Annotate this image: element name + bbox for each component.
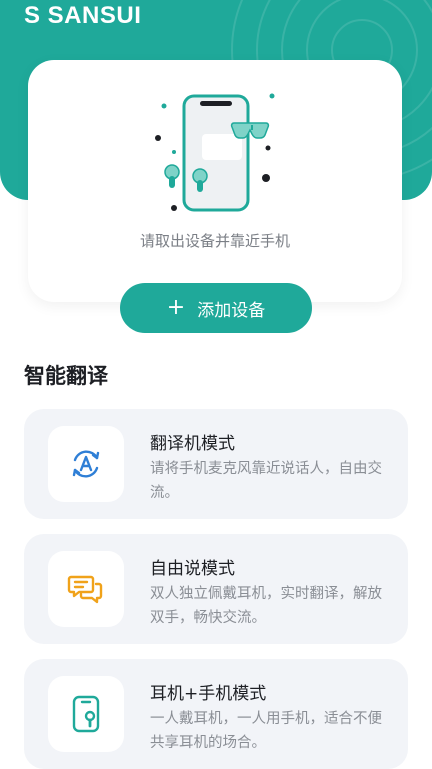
mode-title: 翻译机模式 <box>150 434 235 454</box>
add-device-button[interactable]: + 添加设备 <box>120 283 312 333</box>
plus-icon: + <box>166 295 186 320</box>
mode-card-free-talk[interactable]: 自由说模式 双人独立佩戴耳机，实时翻译，解放双手，畅快交流。 <box>24 534 408 644</box>
mode-title: 自由说模式 <box>150 559 235 579</box>
translate-icon <box>48 426 124 502</box>
brand-logo: S SANSUI <box>24 2 142 29</box>
add-device-label: 添加设备 <box>197 300 266 321</box>
device-hint: 请取出设备并靠近手机 <box>139 232 290 250</box>
device-card: 请取出设备并靠近手机 <box>28 60 402 302</box>
mode-description: 请将手机麦克风靠近说话人，自由交流。 <box>150 461 382 501</box>
chat-icon <box>48 551 124 627</box>
mode-card-translator[interactable]: 翻译机模式 请将手机麦克风靠近说话人，自由交流。 <box>24 409 408 519</box>
mode-card-earphone-phone[interactable]: 耳机+手机模式 一人戴耳机，一人用手机，适合不便共享耳机的场合。 <box>24 659 408 769</box>
section-title: 智能翻译 <box>24 364 108 388</box>
mode-description: 一人戴耳机，一人用手机，适合不便共享耳机的场合。 <box>150 711 382 751</box>
phone-earbuds-illustration <box>155 93 275 212</box>
phone-earbud-icon <box>48 676 124 752</box>
mode-description: 双人独立佩戴耳机，实时翻译，解放双手，畅快交流。 <box>150 586 382 626</box>
mode-title: 耳机+手机模式 <box>150 684 267 704</box>
